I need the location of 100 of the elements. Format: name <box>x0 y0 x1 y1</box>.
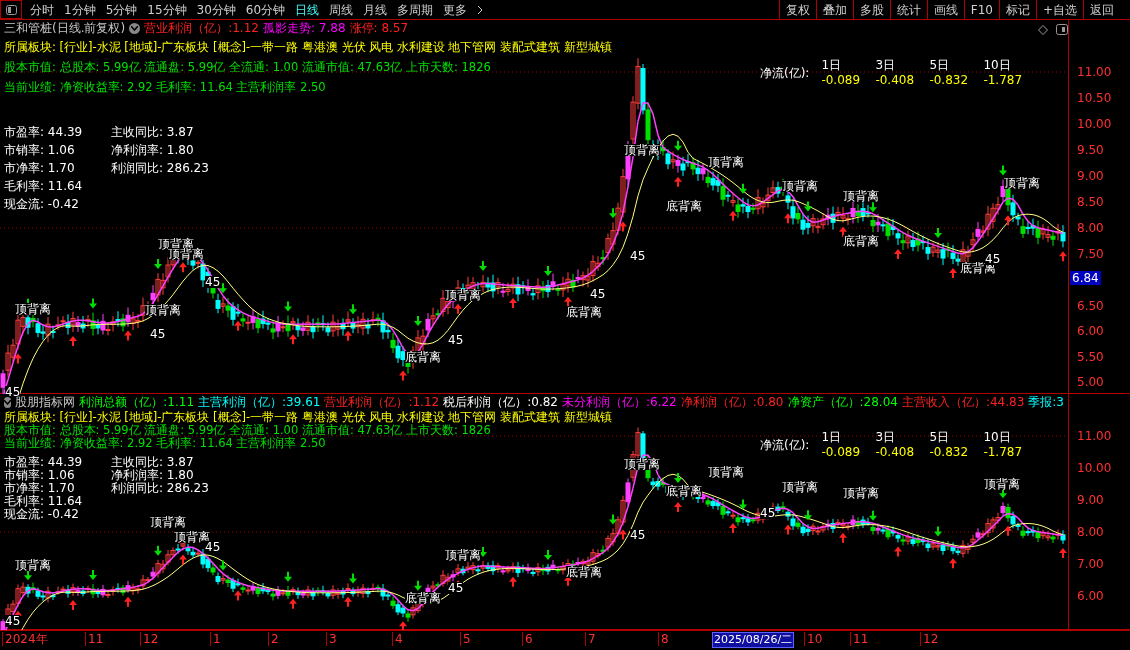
net-flow-period: 5日 <box>929 430 951 445</box>
ratio-value: 市盈率: 44.39 <box>4 456 83 469</box>
price-tick-label: 7.00 <box>1077 558 1104 570</box>
chart-signal-label: 45 <box>150 328 166 340</box>
toolbar-button[interactable]: 返回 <box>1083 0 1120 19</box>
chart-signal-label: 顶背离 <box>984 478 1020 490</box>
chart-signal-label: 45 <box>760 507 776 519</box>
period-tab[interactable]: 更多 <box>443 0 468 19</box>
period-tab[interactable]: 30分钟 <box>196 0 236 19</box>
price-tick-label: 5.00 <box>1077 376 1104 388</box>
price-tick-label: 6.50 <box>1077 300 1104 312</box>
toolbar-button[interactable]: +自选 <box>1035 0 1083 19</box>
chart-signal-label: 顶背离 <box>782 180 818 192</box>
sector-info: 所属板块: [行业]-水泥 [地域]-广东板块 [概念]-一带一路 粤港澳 光伏 风电 水利建设 地下管网 装配式建筑 新型城镇 <box>4 411 612 424</box>
net-flow-value: -1.787 <box>983 445 1024 460</box>
price-tick-label: 10.00 <box>1077 462 1112 474</box>
chevron-right-icon[interactable] <box>477 4 484 15</box>
chart-signal-label: 底背离 <box>666 485 702 497</box>
net-flow-label: 净流(亿): <box>760 438 810 453</box>
price-tick-label: 10.50 <box>1077 92 1112 104</box>
time-tick-label: 12 <box>920 632 939 646</box>
net-flow-value: -0.832 <box>929 73 970 88</box>
price-tick-label: 8.50 <box>1077 196 1104 208</box>
time-tick-label: 5 <box>460 632 471 646</box>
period-tab[interactable]: 分时 <box>30 0 54 19</box>
toolbar-button[interactable]: 画线 <box>926 0 964 19</box>
chart-signal-label: 顶背离 <box>708 466 744 478</box>
pane-title: 股朋指标网 <box>15 395 76 411</box>
price-tick-label: 9.00 <box>1077 494 1104 506</box>
period-tab[interactable]: 多周期 <box>397 0 434 19</box>
toolbar-button[interactable]: 叠加 <box>815 0 853 19</box>
ratio-value: 利润同比: 286.23 <box>111 482 209 495</box>
chevron-down-icon[interactable] <box>4 396 12 408</box>
cursor-date-label: 2025/08/26/二 <box>712 632 795 648</box>
chart-signal-label: 顶背离 <box>15 303 51 315</box>
chart-signal-label: 45 <box>448 582 464 594</box>
current-price-label: 6.84 <box>1070 271 1101 285</box>
net-flow-period: 3日 <box>875 430 897 445</box>
toolbar-button[interactable]: 复权 <box>778 0 816 19</box>
net-flow-value: -0.408 <box>875 445 916 460</box>
price-tick-label: 9.50 <box>1077 144 1104 156</box>
chart-signal-label: 顶背离 <box>445 289 481 301</box>
chart-signal-label: 顶背离 <box>624 458 660 470</box>
chart-signal-label: 底背离 <box>405 351 441 363</box>
ratio-value: 市销率: 1.06 <box>4 142 75 159</box>
toolbar-button[interactable]: F10 <box>963 0 999 19</box>
net-flow-period: 3日 <box>875 58 897 73</box>
net-flow-value: -0.832 <box>929 445 970 460</box>
market-cap-info: 股本市值: 总股本: 5.99亿 流通盘: 5.99亿 全流通: 1.00 流通市值: 47.63亿 上市天数: 1826 <box>4 424 491 437</box>
period-tab[interactable]: 15分钟 <box>147 0 187 19</box>
period-tab[interactable]: 日线 <box>295 0 320 19</box>
time-tick-label: 1 <box>210 632 221 646</box>
net-flow-period: 10日 <box>983 430 1012 445</box>
indicator-value: 利润总额（亿）:1.11 <box>79 394 195 411</box>
period-tab[interactable]: 月线 <box>363 0 388 19</box>
chart-signal-label: 底背离 <box>405 592 441 604</box>
pane-title: 三和管桩(日线.前复权) <box>4 20 126 37</box>
indicator-value: 未分利润（亿）:6.22 <box>561 394 677 411</box>
toolbar-button[interactable]: 统计 <box>889 0 927 19</box>
time-tick-label: 10 <box>804 632 823 646</box>
ratio-value: 毛利率: 11.64 <box>4 495 83 508</box>
price-tick-label: 9.00 <box>1077 170 1104 182</box>
period-tab[interactable]: 周线 <box>329 0 354 19</box>
ratio-value: 现金流: -0.42 <box>4 508 79 521</box>
net-flow-label: 净流(亿): <box>760 66 810 81</box>
period-tab[interactable]: 60分钟 <box>245 0 286 19</box>
time-tick-label: 11 <box>850 632 869 646</box>
net-flow-period: 1日 <box>821 58 843 73</box>
time-tick-label: 3 <box>326 632 337 646</box>
ratio-value: 市净率: 1.70 <box>4 160 75 177</box>
toolbar-button[interactable]: 多股 <box>852 0 890 19</box>
price-tick-label: 11.00 <box>1077 66 1112 78</box>
indicator-value: 主营利润（亿）:39.61 <box>198 394 321 411</box>
indicator-value: 主营收入（亿）:44.83 <box>901 394 1025 411</box>
chart-signal-label: 顶背离 <box>174 531 210 543</box>
chart-signal-label: 底背离 <box>566 306 602 318</box>
net-flow-value: -0.089 <box>821 73 862 88</box>
time-tick-label: 2 <box>268 632 279 646</box>
chart-signal-label: 顶背离 <box>624 144 660 156</box>
chart-signal-label: 底背离 <box>843 235 879 247</box>
panel-toggle-icon[interactable] <box>1056 24 1068 35</box>
price-tick-label: 8.00 <box>1077 526 1104 538</box>
ratio-value: 主收同比: 3.87 <box>111 124 194 141</box>
price-tick-label: 7.50 <box>1077 248 1104 260</box>
indicator-value: 孤影走势: 7.88 <box>262 20 346 37</box>
ratio-value: 市销率: 1.06 <box>4 469 75 482</box>
chart-signal-label: 底背离 <box>666 200 702 212</box>
sector-info: 所属板块: [行业]-水泥 [地域]-广东板块 [概念]-一带一路 粤港澳 光伏 风电 水利建设 地下管网 装配式建筑 新型城镇 <box>4 39 612 56</box>
toolbar-button[interactable]: 标记 <box>998 0 1036 19</box>
indicator-value: 净资产（亿）:28.04 <box>787 394 898 411</box>
chevron-down-icon[interactable] <box>129 22 141 34</box>
period-tab[interactable]: 5分钟 <box>105 0 138 19</box>
price-tick-label: 6.00 <box>1077 325 1104 337</box>
ratio-value: 市净率: 1.70 <box>4 482 75 495</box>
chart-signal-label: 顶背离 <box>168 248 204 260</box>
net-flow-period: 1日 <box>821 430 843 445</box>
sidebar-toggle-icon[interactable] <box>0 0 22 19</box>
chart-signal-label: 45 <box>630 529 646 541</box>
period-tab[interactable]: 1分钟 <box>64 0 96 19</box>
chart-signal-label: 顶背离 <box>1004 177 1040 189</box>
